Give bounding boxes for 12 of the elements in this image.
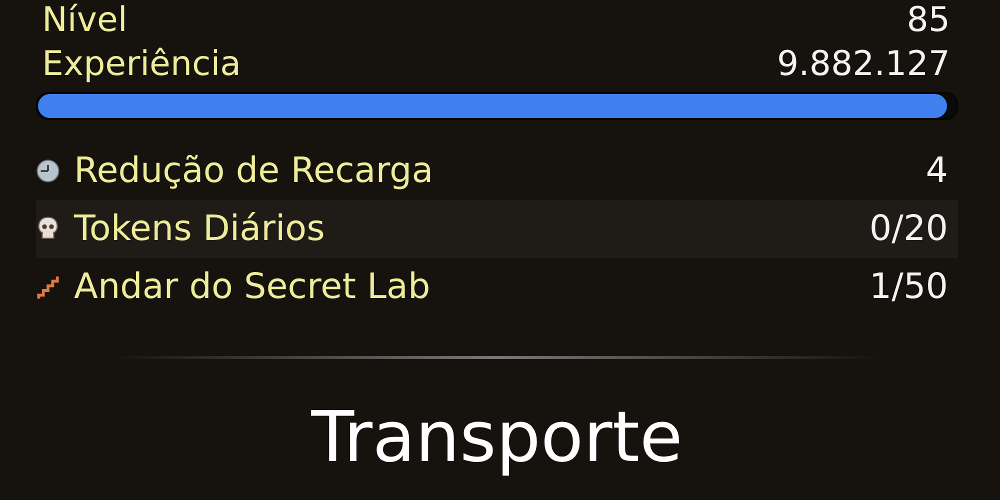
section-title: Transporte [310, 399, 684, 476]
clock-icon [36, 157, 60, 185]
counter-value: 0/20 [869, 209, 948, 249]
stat-value: 85 [906, 0, 950, 40]
stat-label: Experiência [42, 44, 241, 84]
stat-label: Nível [42, 0, 128, 40]
counter-label: Tokens Diários [74, 209, 326, 249]
counter-label: Redução de Recarga [74, 151, 434, 191]
counter-value: 4 [926, 151, 948, 191]
counter-label: Andar do Secret Lab [74, 267, 432, 307]
counter-value: 1/50 [869, 267, 948, 307]
stat-value: 9.882.127 [776, 44, 950, 84]
